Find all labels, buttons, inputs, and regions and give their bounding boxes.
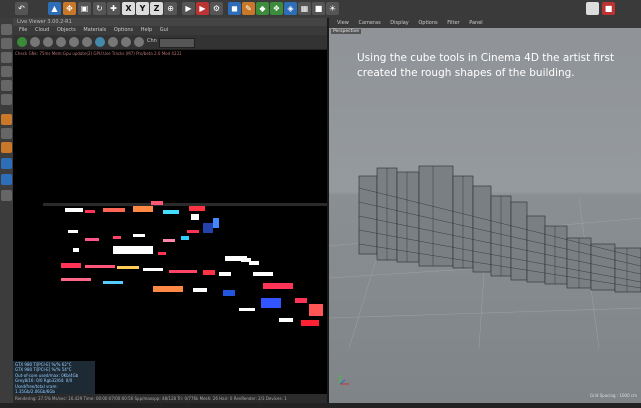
grid-spacing-label: Grid Spacing : 1000 cm [589, 393, 637, 398]
viewer-info-line: Check GNs: 75ms Mem:Gpu update(2) GPU:Us… [15, 51, 182, 56]
layout-icon[interactable] [586, 2, 599, 15]
menu-view[interactable]: View [337, 20, 349, 26]
caption-text: Using the cube tools in Cinema 4D the ar… [357, 52, 615, 79]
settings-icon[interactable] [69, 37, 79, 47]
save-icon[interactable] [82, 37, 92, 47]
stop-icon[interactable] [56, 37, 66, 47]
recent-icon[interactable]: ✚ [107, 2, 120, 15]
menu-materials[interactable]: Materials [83, 27, 106, 33]
menu-filter[interactable]: Filter [447, 20, 459, 26]
viewport-menu-bar: View Cameras Display Options Filter Pane… [329, 18, 641, 28]
lock-render-icon[interactable] [108, 37, 118, 47]
main-toolbar: ↶ ▲ ✥ ▣ ↻ ✚ X Y Z ⊕ ▶ ▶ ⚙ ◼ ✎ ◆ ❖ ◈ ▦ ■ … [0, 0, 641, 19]
axis-z-button[interactable]: Z [150, 2, 163, 15]
menu-gui[interactable]: Gui [160, 27, 168, 33]
menu-cloud[interactable]: Cloud [35, 27, 49, 33]
gpu-stat-line: Used/free/total vram: 1.35Gb/2.06Gb/6Gb [15, 383, 58, 395]
scene-icon[interactable]: ▦ [298, 2, 311, 15]
channel-label: Chn [147, 38, 157, 44]
neon-signs-render [43, 201, 327, 326]
undo-icon[interactable]: ↶ [15, 2, 28, 15]
restart-icon[interactable] [30, 37, 40, 47]
layout-switch-icon[interactable]: ■ [602, 2, 615, 15]
tweak-icon[interactable] [1, 128, 12, 139]
points-mode-icon[interactable] [1, 66, 12, 77]
render-settings-icon[interactable]: ⚙ [210, 2, 223, 15]
polygons-mode-icon[interactable] [1, 94, 12, 105]
region-icon[interactable] [95, 37, 105, 47]
render-picture-icon[interactable]: ▶ [196, 2, 209, 15]
pick-material-icon[interactable] [134, 37, 144, 47]
cube-icon[interactable]: ◼ [228, 2, 241, 15]
pick-focus-icon[interactable] [121, 37, 131, 47]
deformer-icon[interactable]: ◈ [284, 2, 297, 15]
perspective-viewport[interactable]: View Cameras Display Options Filter Pane… [329, 18, 641, 403]
viewer-title: Live Viewer 3.00.2-R1 [13, 18, 327, 26]
scale-icon[interactable]: ▣ [78, 2, 91, 15]
pause-icon[interactable] [43, 37, 53, 47]
edges-mode-icon[interactable] [1, 80, 12, 91]
workplane-icon[interactable] [1, 52, 12, 63]
snap-icon[interactable] [1, 142, 12, 153]
menu-display[interactable]: Display [390, 20, 408, 26]
viewer-toolbar: Chn [13, 35, 327, 50]
array-icon[interactable]: ❖ [270, 2, 283, 15]
render-preview [13, 58, 327, 376]
rotate-icon[interactable]: ↻ [93, 2, 106, 15]
menu-file[interactable]: File [19, 27, 27, 33]
building-wireframe [329, 165, 641, 348]
sculpt-icon[interactable] [1, 158, 12, 169]
camera-icon[interactable]: ■ [312, 2, 325, 15]
send-scene-icon[interactable] [17, 37, 27, 47]
texture-mode-icon[interactable] [1, 38, 12, 49]
axis-mode-icon[interactable] [1, 114, 12, 125]
menu-options[interactable]: Options [418, 20, 437, 26]
menu-objects[interactable]: Objects [57, 27, 76, 33]
timeline-strip[interactable] [0, 403, 641, 408]
menu-cameras[interactable]: Cameras [358, 20, 380, 26]
live-viewer-panel: Live Viewer 3.00.2-R1 File Cloud Objects… [13, 18, 327, 403]
light-icon[interactable]: ☀ [326, 2, 339, 15]
viewer-menu-bar: File Cloud Objects Materials Options Hel… [13, 26, 327, 35]
axis-y-button[interactable]: Y [136, 2, 149, 15]
viewer-status-bar: Rendering: 37.5% Ms/sec: 16.429 Time: 00… [13, 394, 327, 403]
lock-icon[interactable] [1, 174, 12, 185]
render-view-icon[interactable]: ▶ [182, 2, 195, 15]
viewport-label: Perspective [331, 29, 362, 34]
axis-x-button[interactable]: X [122, 2, 135, 15]
move-icon[interactable]: ✥ [63, 2, 76, 15]
select-icon[interactable]: ▲ [48, 2, 61, 15]
menu-panel[interactable]: Panel [469, 20, 483, 26]
channel-select[interactable] [159, 38, 195, 48]
coordinate-system-icon[interactable]: ⊕ [164, 2, 177, 15]
gpu-stats-panel: GTX 980 Ti[PCI-E] %/% 62°C GTX 980 Ti[PC… [13, 361, 95, 395]
menu-help[interactable]: Help [141, 27, 152, 33]
subdivision-icon[interactable]: ◆ [256, 2, 269, 15]
menu-options[interactable]: Options [114, 27, 133, 33]
pen-icon[interactable]: ✎ [242, 2, 255, 15]
world-axis-icon [339, 375, 349, 385]
model-mode-icon[interactable] [1, 24, 12, 35]
left-tool-strip [0, 18, 14, 403]
grid-icon[interactable] [1, 190, 12, 201]
